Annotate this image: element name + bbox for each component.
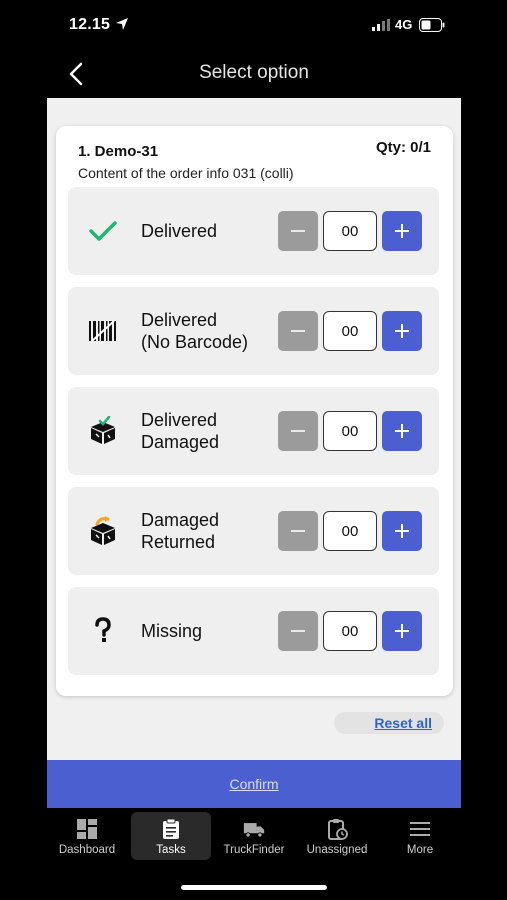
minus-icon <box>291 230 305 232</box>
location-arrow-icon <box>116 18 128 30</box>
increment-button[interactable] <box>382 211 422 251</box>
nav-header: Select option <box>47 50 461 98</box>
barcode-icon <box>86 315 120 347</box>
option-label: Delivered (No Barcode) <box>141 310 249 352</box>
clipboard-icon <box>163 818 179 839</box>
tab-bar: Dashboard Tasks TruckFinder Unassigned M… <box>47 808 461 900</box>
tab-unassigned[interactable]: Unassigned <box>297 812 377 860</box>
option-row-damaged-returned: Damaged Returned <box>68 487 439 575</box>
quantity-input[interactable] <box>323 311 377 351</box>
tab-truckfinder[interactable]: TruckFinder <box>214 812 294 860</box>
option-label: Delivered Damaged <box>141 410 220 452</box>
quantity-input[interactable] <box>323 411 377 451</box>
option-label: Missing <box>141 621 203 641</box>
page-title: Select option <box>199 62 309 83</box>
tab-dashboard[interactable]: Dashboard <box>47 812 127 860</box>
decrement-button[interactable] <box>278 511 318 551</box>
decrement-button[interactable] <box>278 611 318 651</box>
reset-all-button[interactable]: Reset all <box>334 712 444 734</box>
quantity-input[interactable] <box>323 511 377 551</box>
minus-icon <box>291 530 305 532</box>
increment-button[interactable] <box>382 411 422 451</box>
tab-tasks[interactable]: Tasks <box>131 812 211 860</box>
signal-icon <box>372 19 390 31</box>
order-description: Content of the order info 031 (colli) <box>78 165 294 181</box>
status-bar: 12.15 4G <box>47 0 461 50</box>
phone-screen: 12.15 4G Select option 1. Demo-31 Qty: 0… <box>47 0 461 900</box>
minus-icon <box>291 330 305 332</box>
main-content: 1. Demo-31 Qty: 0/1 Content of the order… <box>47 98 461 760</box>
option-row-delivered: Delivered <box>68 187 439 275</box>
tab-more[interactable]: More <box>380 812 460 860</box>
menu-icon <box>410 822 430 836</box>
option-label: Damaged Returned <box>141 510 220 552</box>
battery-icon <box>419 18 445 32</box>
home-indicator <box>181 885 327 890</box>
increment-button[interactable] <box>382 611 422 651</box>
network-type: 4G <box>395 17 413 32</box>
minus-icon <box>291 630 305 632</box>
order-qty: Qty: 0/1 <box>375 139 431 156</box>
option-row-missing: Missing <box>68 587 439 675</box>
order-title: 1. Demo-31 <box>78 143 159 160</box>
option-row-delivered-no-barcode: Delivered (No Barcode) <box>68 287 439 375</box>
damaged-box-icon <box>86 415 120 447</box>
decrement-button[interactable] <box>278 411 318 451</box>
option-row-delivered-damaged: Delivered Damaged <box>68 387 439 475</box>
order-card: 1. Demo-31 Qty: 0/1 Content of the order… <box>56 126 453 696</box>
increment-button[interactable] <box>382 511 422 551</box>
increment-button[interactable] <box>382 311 422 351</box>
clipboard-clock-icon <box>328 819 348 840</box>
truck-icon <box>243 823 265 838</box>
decrement-button[interactable] <box>278 311 318 351</box>
quantity-input[interactable] <box>323 611 377 651</box>
returned-box-icon <box>86 515 120 547</box>
check-icon <box>86 215 120 247</box>
question-icon <box>86 615 120 647</box>
confirm-button[interactable]: Confirm <box>47 760 461 808</box>
quantity-input[interactable] <box>323 211 377 251</box>
status-time: 12.15 <box>69 16 111 33</box>
decrement-button[interactable] <box>278 211 318 251</box>
minus-icon <box>291 430 305 432</box>
option-label: Delivered <box>141 221 218 241</box>
dashboard-icon <box>77 819 97 839</box>
